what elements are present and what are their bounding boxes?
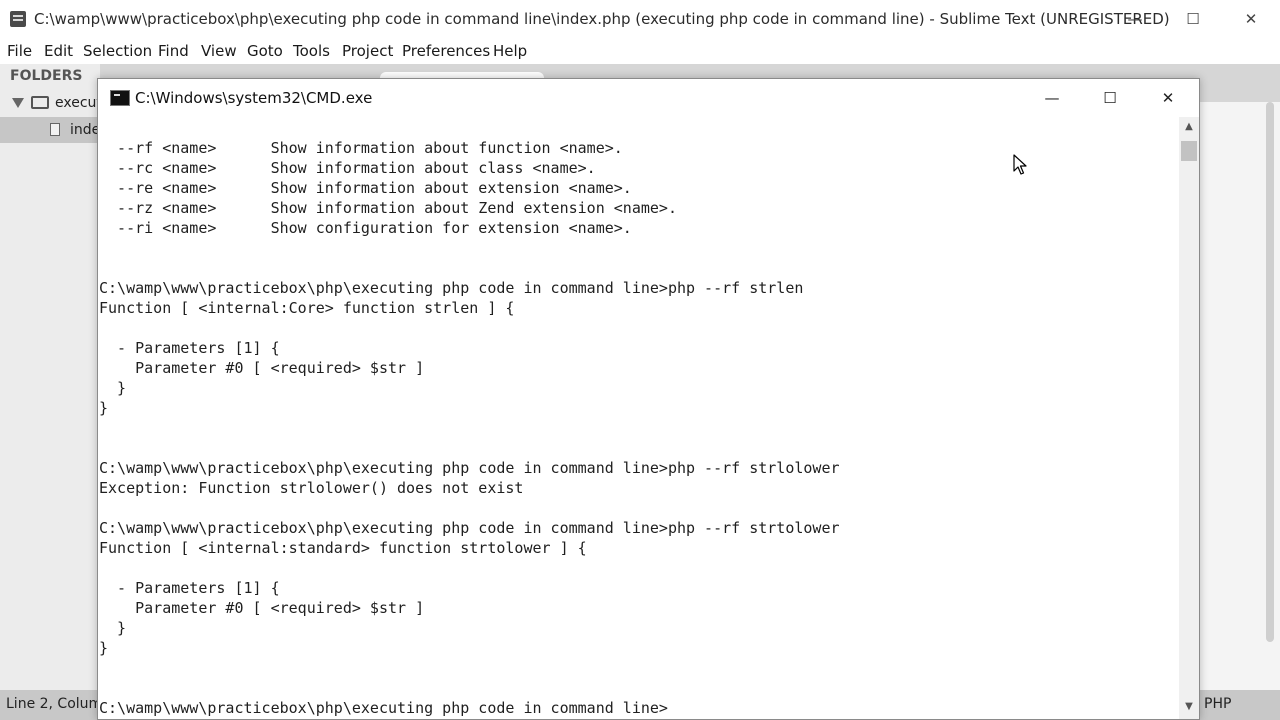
command-prompt[interactable]: C:\wamp\www\practicebox\php\executing ph…: [99, 698, 840, 718]
menu-view[interactable]: View: [201, 42, 237, 60]
scrollbar-thumb[interactable]: [1181, 141, 1197, 161]
menu-tools[interactable]: Tools: [293, 42, 330, 60]
console-line: --rc <name> Show information about class…: [99, 159, 596, 177]
scroll-down-arrow-icon[interactable]: ▼: [1183, 702, 1195, 712]
console-line: C:\wamp\www\practicebox\php\executing ph…: [99, 519, 840, 537]
expand-arrow-icon[interactable]: [12, 98, 24, 108]
menu-preferences[interactable]: Preferences: [402, 42, 490, 60]
sidebar-file-label: inde: [70, 122, 101, 138]
file-icon: [50, 123, 60, 136]
console-output[interactable]: --rf <name> Show information about funct…: [98, 117, 1179, 719]
sublime-minimize-button[interactable]: —: [1120, 6, 1150, 32]
cmd-title-bar[interactable]: C:\Windows\system32\CMD.exe — ☐ ✕: [98, 79, 1199, 117]
menu-goto[interactable]: Goto: [247, 42, 283, 60]
console-line: Function [ <internal:standard> function …: [99, 539, 587, 557]
sublime-window-title: C:\wamp\www\practicebox\php\executing ph…: [34, 10, 1170, 28]
console-line: --rz <name> Show information about Zend …: [99, 199, 677, 217]
console-lines: --rf <name> Show information about funct…: [99, 138, 840, 718]
menu-project[interactable]: Project: [342, 42, 393, 60]
menu-find[interactable]: Find: [158, 42, 189, 60]
console-line: Parameter #0 [ <required> $str ]: [99, 359, 425, 377]
console-line: Exception: Function strlolower() does no…: [99, 479, 524, 497]
sublime-app-icon: [10, 11, 26, 27]
menu-file[interactable]: File: [7, 42, 32, 60]
console-line: --rf <name> Show information about funct…: [99, 139, 623, 157]
folder-icon: [31, 96, 49, 109]
console-line: C:\wamp\www\practicebox\php\executing ph…: [99, 459, 840, 477]
console-scrollbar[interactable]: ▲ ▼: [1179, 117, 1199, 719]
console-line: --ri <name> Show configuration for exten…: [99, 219, 632, 237]
menu-edit[interactable]: Edit: [44, 42, 73, 60]
console-line: }: [99, 619, 127, 637]
console-line: C:\wamp\www\practicebox\php\executing ph…: [99, 279, 804, 297]
sublime-maximize-button[interactable]: ☐: [1178, 6, 1208, 32]
cmd-close-button[interactable]: ✕: [1151, 85, 1185, 111]
cmd-minimize-button[interactable]: —: [1035, 85, 1069, 111]
menu-help[interactable]: Help: [493, 42, 527, 60]
sidebar-file-item[interactable]: inde: [0, 117, 100, 143]
mouse-cursor-icon: [1013, 154, 1027, 175]
menu-selection[interactable]: Selection: [83, 42, 152, 60]
console-line: --re <name> Show information about exten…: [99, 179, 632, 197]
sidebar: FOLDERS executi inde: [0, 64, 106, 690]
sublime-menu-bar: File Edit Selection Find View Goto Tools…: [0, 38, 1280, 64]
console-line: - Parameters [1] {: [99, 579, 280, 597]
sidebar-folder-item[interactable]: executi: [0, 90, 106, 116]
cmd-window-title: C:\Windows\system32\CMD.exe: [135, 89, 373, 107]
console-line: - Parameters [1] {: [99, 339, 280, 357]
console-icon: [110, 90, 130, 106]
cmd-window: C:\Windows\system32\CMD.exe — ☐ ✕ --rf <…: [97, 78, 1200, 720]
status-syntax[interactable]: PHP: [1204, 696, 1231, 712]
cmd-maximize-button[interactable]: ☐: [1093, 85, 1127, 111]
sublime-title-bar[interactable]: C:\wamp\www\practicebox\php\executing ph…: [0, 0, 1280, 38]
sublime-close-button[interactable]: ✕: [1236, 6, 1266, 32]
console-line: }: [99, 399, 109, 417]
scroll-up-arrow-icon[interactable]: ▲: [1183, 122, 1195, 132]
console-line: }: [99, 639, 109, 657]
folders-header: FOLDERS: [10, 68, 83, 84]
console-line: }: [99, 379, 127, 397]
editor-scrollbar[interactable]: [1266, 102, 1274, 642]
console-line: Parameter #0 [ <required> $str ]: [99, 599, 425, 617]
status-cursor-position: Line 2, Column: [6, 696, 112, 712]
console-line: Function [ <internal:Core> function strl…: [99, 299, 515, 317]
